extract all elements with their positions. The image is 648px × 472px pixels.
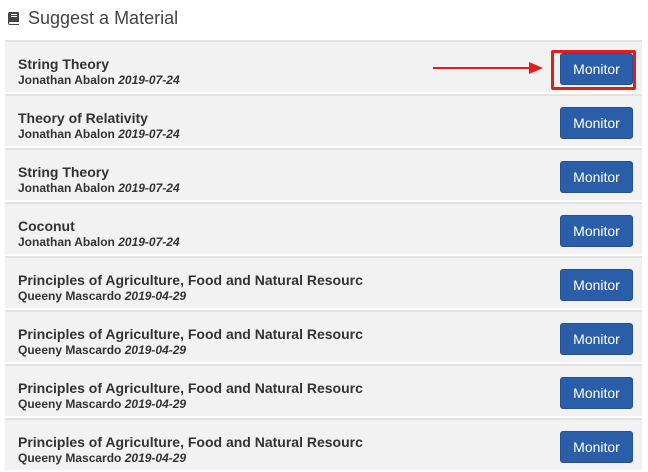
annotation-arrow	[433, 62, 543, 74]
material-author: Jonathan Abalon	[18, 127, 115, 141]
list-item: Principles of Agriculture, Food and Natu…	[5, 310, 642, 362]
monitor-button[interactable]: Monitor	[560, 323, 633, 355]
monitor-button[interactable]: Monitor	[560, 431, 633, 463]
material-date: 2019-07-24	[118, 181, 180, 195]
monitor-button[interactable]: Monitor	[560, 215, 633, 247]
material-meta: Queeny Mascardo 2019-04-29	[18, 289, 186, 303]
material-date: 2019-04-29	[124, 451, 187, 465]
material-meta: Queeny Mascardo 2019-04-29	[18, 451, 186, 465]
material-date: 2019-04-29	[124, 397, 187, 411]
material-date: 2019-07-24	[118, 127, 180, 141]
material-meta: Jonathan Abalon 2019-07-24	[18, 73, 180, 87]
material-date: 2019-07-24	[118, 235, 180, 249]
material-title: String Theory	[18, 164, 110, 180]
monitor-button[interactable]: Monitor	[560, 161, 633, 193]
material-meta: Jonathan Abalon 2019-07-24	[18, 235, 180, 249]
material-title: Theory of Relativity	[18, 110, 148, 126]
material-meta: Queeny Mascardo 2019-04-29	[18, 397, 186, 411]
list-item: String Theory Jonathan Abalon 2019-07-24…	[5, 40, 642, 92]
material-date: 2019-04-29	[124, 289, 187, 303]
material-author: Queeny Mascardo	[18, 451, 122, 465]
list-item: Principles of Agriculture, Food and Natu…	[5, 364, 642, 416]
monitor-button[interactable]: Monitor	[560, 107, 633, 139]
list-item: Theory of Relativity Jonathan Abalon 201…	[5, 94, 642, 146]
material-title: Principles of Agriculture, Food and Natu…	[18, 434, 363, 450]
panel-header: Suggest a Material	[6, 6, 178, 30]
material-title: Principles of Agriculture, Food and Natu…	[18, 272, 363, 288]
material-title: String Theory	[18, 56, 110, 72]
list-item: Principles of Agriculture, Food and Natu…	[5, 256, 642, 308]
material-author: Queeny Mascardo	[18, 397, 122, 411]
list-item: String Theory Jonathan Abalon 2019-07-24…	[5, 148, 642, 200]
material-author: Queeny Mascardo	[18, 289, 122, 303]
material-meta: Queeny Mascardo 2019-04-29	[18, 343, 186, 357]
material-author: Jonathan Abalon	[18, 181, 115, 195]
material-title: Principles of Agriculture, Food and Natu…	[18, 380, 363, 396]
material-meta: Jonathan Abalon 2019-07-24	[18, 181, 180, 195]
panel-title: Suggest a Material	[28, 7, 179, 28]
material-list: String Theory Jonathan Abalon 2019-07-24…	[5, 40, 642, 472]
monitor-button[interactable]: Monitor	[560, 377, 633, 409]
material-title: Principles of Agriculture, Food and Natu…	[18, 326, 363, 342]
material-author: Jonathan Abalon	[18, 235, 115, 249]
material-date: 2019-04-29	[124, 343, 187, 357]
material-date: 2019-07-24	[118, 73, 180, 87]
book-icon	[6, 10, 22, 26]
list-item: Coconut Jonathan Abalon 2019-07-24 Monit…	[5, 202, 642, 254]
monitor-button[interactable]: Monitor	[560, 53, 633, 85]
material-meta: Jonathan Abalon 2019-07-24	[18, 127, 180, 141]
material-author: Queeny Mascardo	[18, 343, 122, 357]
material-title: Coconut	[18, 218, 75, 234]
list-item: Principles of Agriculture, Food and Natu…	[5, 418, 642, 470]
material-author: Jonathan Abalon	[18, 73, 115, 87]
monitor-button[interactable]: Monitor	[560, 269, 633, 301]
